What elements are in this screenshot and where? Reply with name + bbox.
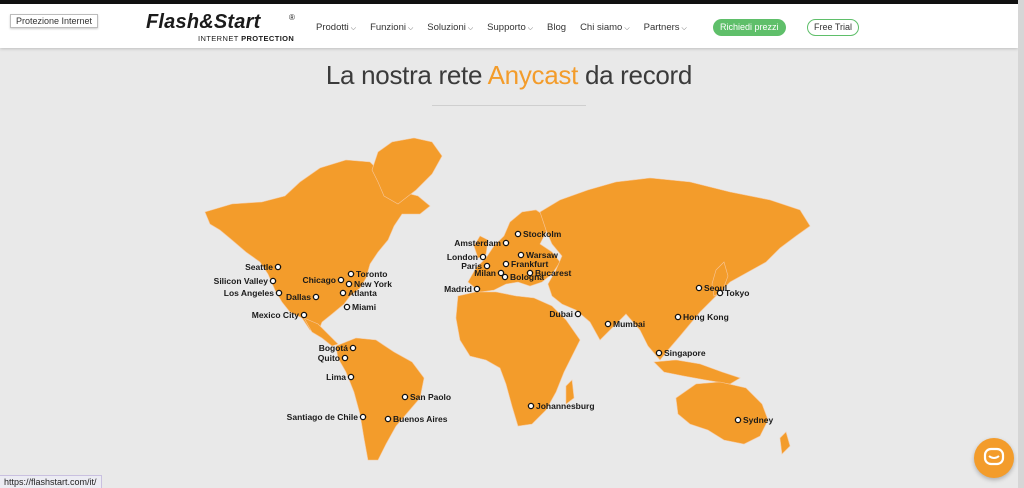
pin-quito bbox=[341, 354, 349, 362]
pin-miami bbox=[343, 303, 351, 311]
city-label-dallas: Dallas bbox=[286, 292, 311, 302]
city-label-amsterdam: Amsterdam bbox=[454, 238, 501, 248]
asia-shape bbox=[539, 177, 811, 361]
pin-bogot bbox=[349, 344, 357, 352]
pin-bologna bbox=[501, 273, 509, 281]
pin-dubai bbox=[574, 310, 582, 318]
pin-dallas bbox=[312, 293, 320, 301]
chat-button[interactable] bbox=[974, 438, 1014, 478]
city-label-mexico-city: Mexico City bbox=[252, 310, 300, 320]
pin-hong-kong bbox=[674, 313, 682, 321]
city-label-lima: Lima bbox=[326, 372, 346, 382]
pin-new-york bbox=[345, 280, 353, 288]
pin-warsaw bbox=[517, 251, 525, 259]
city-label-sydney: Sydney bbox=[743, 415, 774, 425]
new-zealand-shape bbox=[779, 431, 791, 455]
pin-seoul bbox=[695, 284, 703, 292]
pin-los-angeles bbox=[275, 289, 283, 297]
pin-amsterdam bbox=[502, 239, 510, 247]
pin-buenos-aires bbox=[384, 415, 392, 423]
city-label-seattle: Seattle bbox=[245, 262, 273, 272]
pin-lima bbox=[347, 373, 355, 381]
city-label-toronto: Toronto bbox=[356, 269, 387, 279]
pin-seattle bbox=[274, 263, 282, 271]
pin-tokyo bbox=[716, 289, 724, 297]
indonesia-shape bbox=[653, 359, 741, 385]
pin-madrid bbox=[473, 285, 481, 293]
pin-singapore bbox=[655, 349, 663, 357]
world-map: Seattle Silicon Valley Los Angeles Chicago T… bbox=[204, 137, 811, 461]
city-label-tokyo: Tokyo bbox=[725, 288, 749, 298]
city-label-miami: Miami bbox=[352, 302, 376, 312]
city-label-hong-kong: Hong Kong bbox=[683, 312, 729, 322]
pin-atlanta bbox=[339, 289, 347, 297]
pin-mumbai bbox=[604, 320, 612, 328]
city-label-milan: Milan bbox=[474, 268, 496, 278]
scrollbar-track[interactable] bbox=[1018, 0, 1024, 488]
pin-sydney bbox=[734, 416, 742, 424]
city-label-seoul: Seoul bbox=[704, 283, 727, 293]
city-label-dubai: Dubai bbox=[549, 309, 573, 319]
city-label-singapore: Singapore bbox=[664, 348, 706, 358]
pin-mexico-city bbox=[300, 311, 308, 319]
city-label-johannesburg: Johannesburg bbox=[536, 401, 595, 411]
pin-silicon-valley bbox=[269, 277, 277, 285]
chat-bubble-icon bbox=[983, 447, 1005, 466]
city-label-san-paolo: San Paolo bbox=[410, 392, 451, 402]
city-label-los-angeles: Los Angeles bbox=[224, 288, 274, 298]
city-label-madrid: Madrid bbox=[444, 284, 472, 294]
pin-san-paolo bbox=[401, 393, 409, 401]
pin-stockolm bbox=[514, 230, 522, 238]
city-label-chicago: Chicago bbox=[302, 275, 336, 285]
pin-johannesburg bbox=[527, 402, 535, 410]
pin-bucarest bbox=[526, 269, 534, 277]
city-label-santiago-de-chile: Santiago de Chile bbox=[287, 412, 359, 422]
city-label-atlanta: Atlanta bbox=[348, 288, 377, 298]
pin-london bbox=[479, 253, 487, 261]
australia-shape bbox=[675, 381, 769, 445]
city-label-bucarest: Bucarest bbox=[535, 268, 572, 278]
city-label-mumbai: Mumbai bbox=[613, 319, 645, 329]
pin-toronto bbox=[347, 270, 355, 278]
city-label-bogot: Bogotá bbox=[319, 343, 349, 353]
status-bar-url: https://flashstart.com/it/ bbox=[0, 475, 102, 488]
pin-chicago bbox=[337, 276, 345, 284]
city-label-buenos-aires: Buenos Aires bbox=[393, 414, 448, 424]
city-label-stockolm: Stockolm bbox=[523, 229, 562, 239]
city-label-quito: Quito bbox=[318, 353, 340, 363]
city-label-silicon-valley: Silicon Valley bbox=[214, 276, 269, 286]
pin-santiago-de-chile bbox=[359, 413, 367, 421]
pin-frankfurt bbox=[502, 260, 510, 268]
